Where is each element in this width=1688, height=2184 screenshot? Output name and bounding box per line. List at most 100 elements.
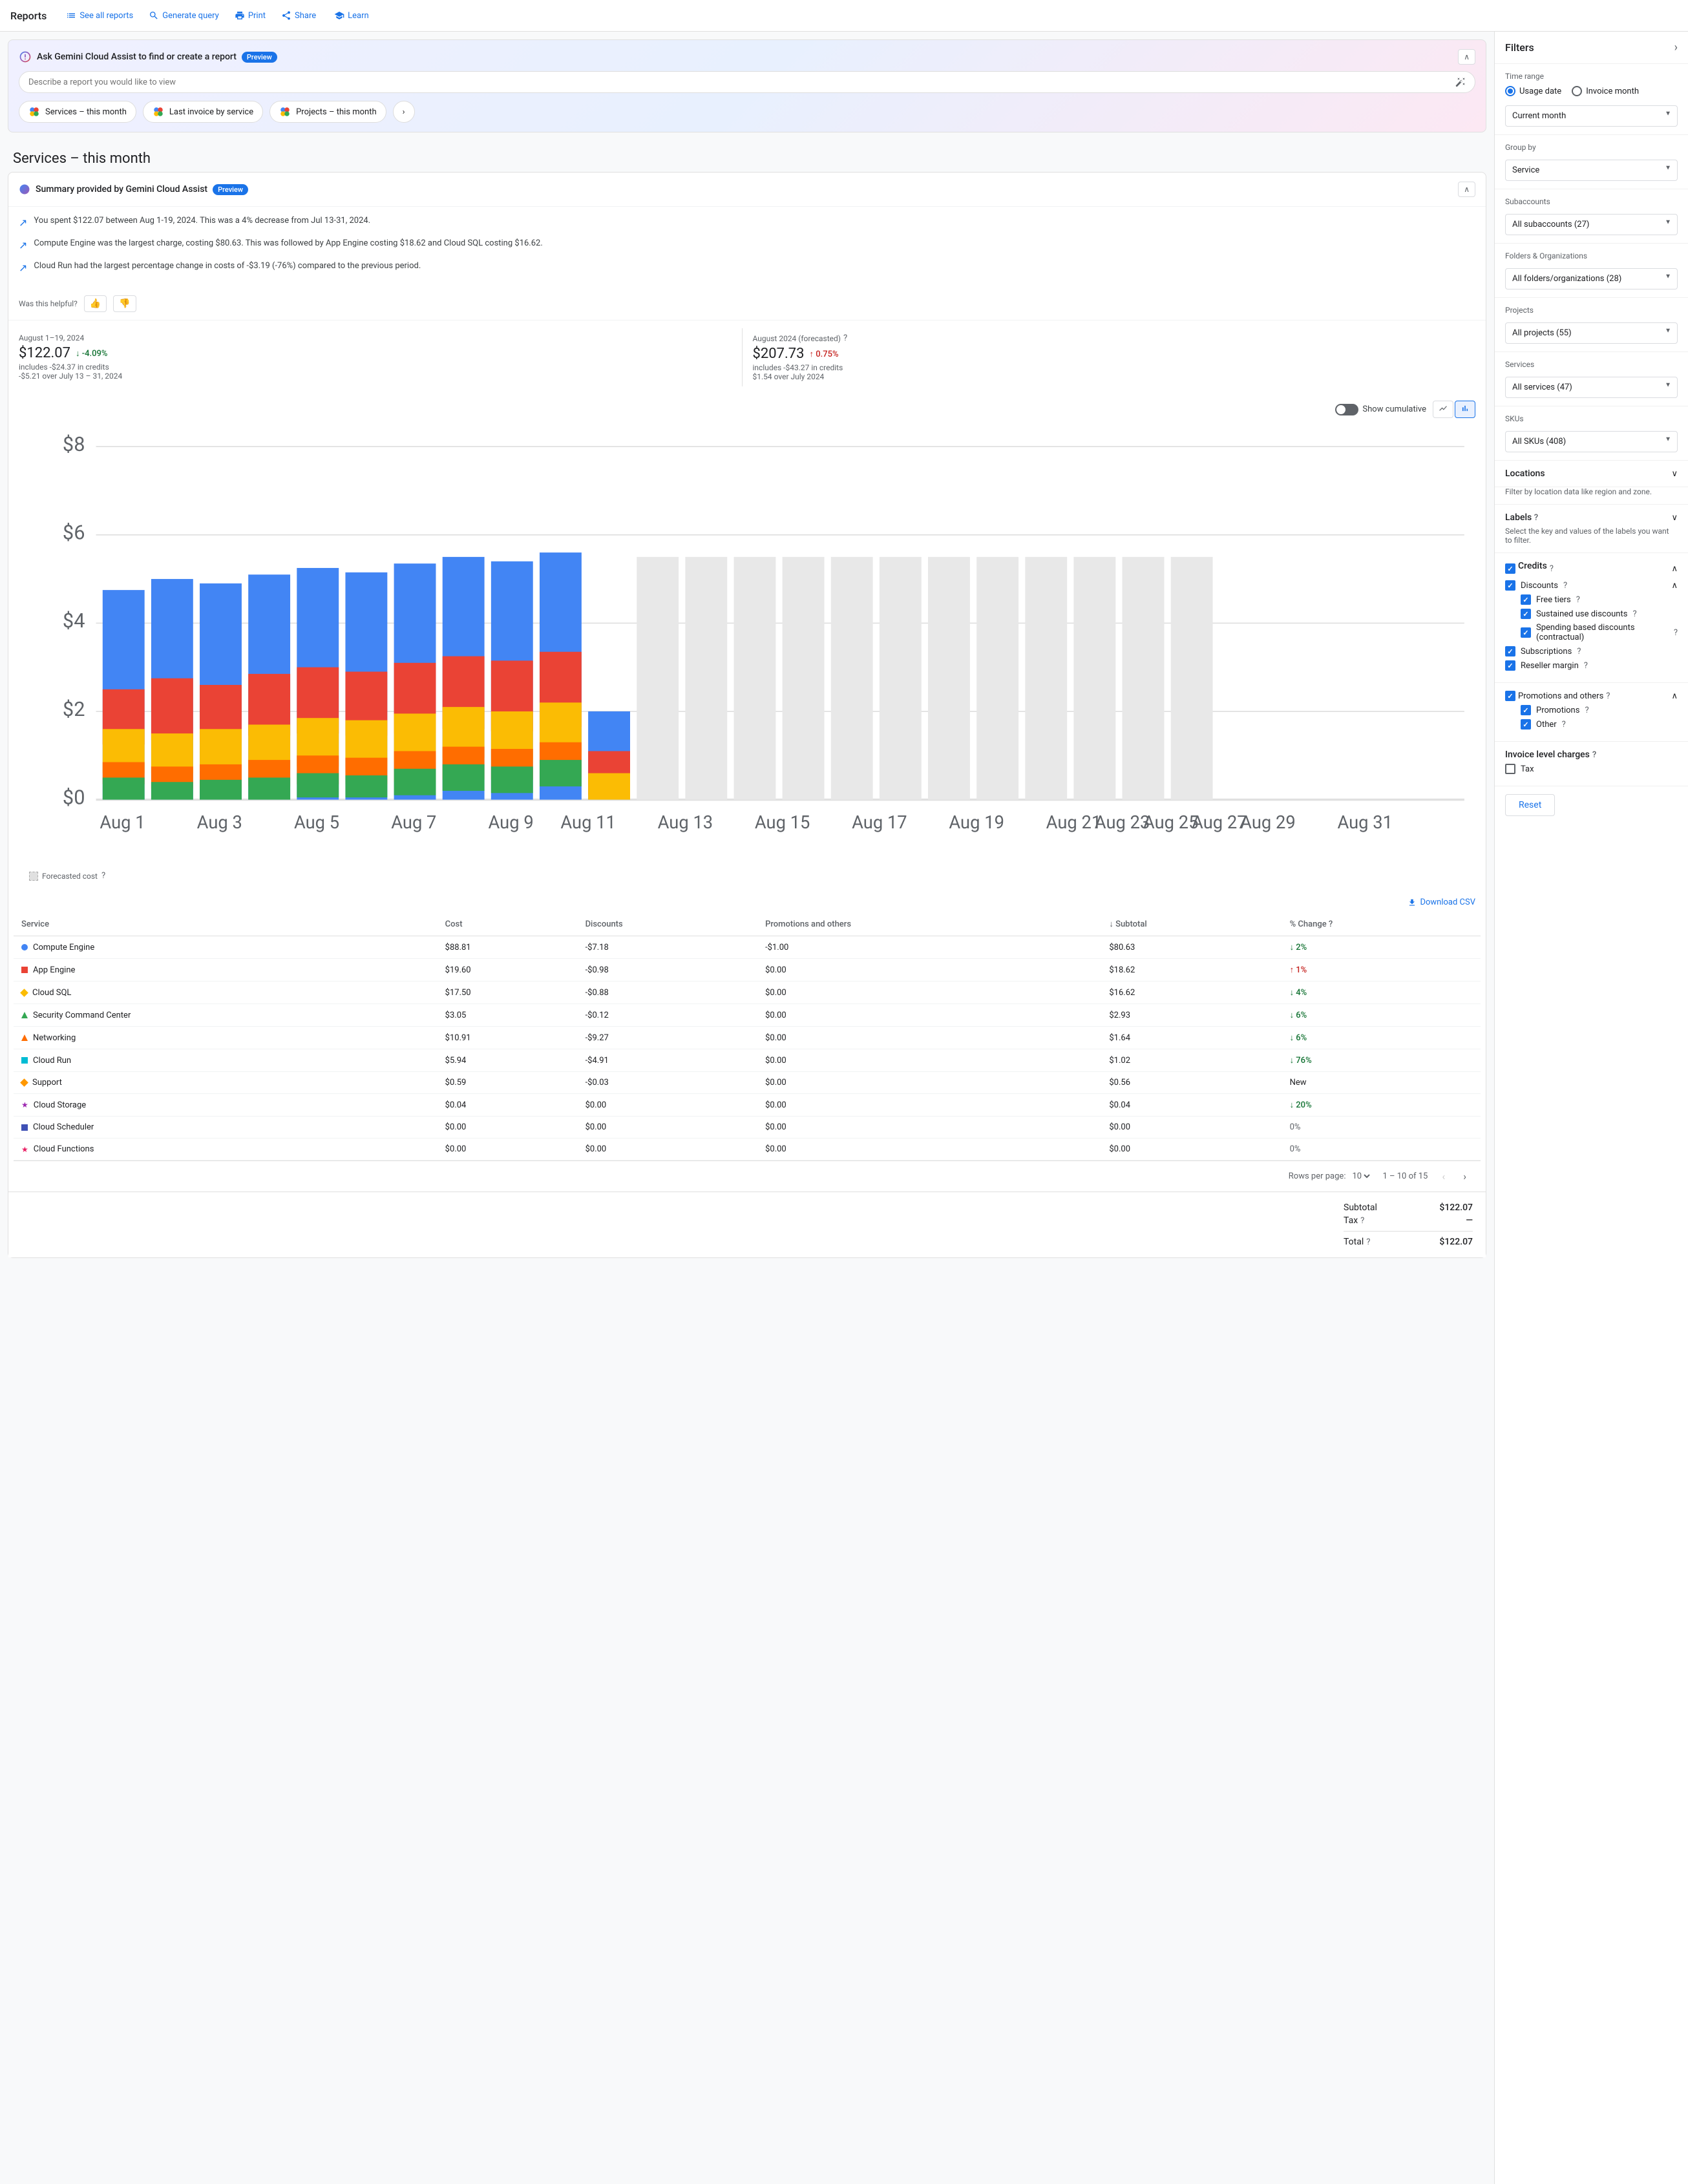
services-filter-label: Services — [1505, 360, 1678, 369]
promotions-checkbox[interactable]: ✓ — [1505, 691, 1515, 701]
promotions-header: ✓ Promotions and others ? ∧ — [1505, 691, 1678, 701]
locations-toggle[interactable]: Locations ∨ — [1495, 461, 1688, 487]
reseller-item[interactable]: ✓ Reseller margin ? — [1505, 660, 1678, 671]
invoice-month-radio — [1572, 86, 1582, 96]
sustained-item[interactable]: ✓ Sustained use discounts ? — [1521, 609, 1678, 619]
print-link[interactable]: Print — [228, 6, 272, 25]
discounts-help-icon[interactable]: ? — [1563, 581, 1567, 591]
quick-report-services[interactable]: Services – this month — [19, 101, 136, 123]
subtotal-cell: $0.00 — [1101, 1117, 1282, 1139]
download-csv-btn[interactable]: Download CSV — [1408, 898, 1475, 907]
rows-per-page-select[interactable]: 10 25 50 — [1349, 1171, 1372, 1182]
discounts-collapse-icon[interactable]: ∧ — [1671, 581, 1678, 591]
folders-select[interactable]: All folders/organizations (28) — [1505, 268, 1678, 289]
forecasted-cost-help[interactable]: ? — [101, 871, 105, 881]
sustained-checkbox[interactable]: ✓ — [1521, 609, 1531, 619]
forecasted-help-icon[interactable]: ? — [843, 333, 847, 343]
thumbs-down-btn[interactable]: 👎 — [113, 295, 136, 312]
service-icon — [20, 1078, 28, 1087]
svg-text:Aug 17: Aug 17 — [852, 812, 907, 833]
promotions-sub-item[interactable]: ✓ Promotions ? — [1521, 705, 1678, 715]
credits-help-icon[interactable]: ? — [1550, 564, 1554, 574]
discounts-item[interactable]: ✓ Discounts ? ∧ — [1505, 580, 1678, 591]
promotions-help-icon[interactable]: ? — [1606, 691, 1610, 701]
generate-query-link[interactable]: Generate query — [142, 6, 226, 25]
spending-help-icon[interactable]: ? — [1674, 628, 1678, 638]
subaccounts-select[interactable]: All subaccounts (27) — [1505, 214, 1678, 235]
tax-help-icon[interactable]: ? — [1360, 1216, 1364, 1226]
group-by-select[interactable]: Service Project SKU — [1505, 160, 1678, 181]
next-page-btn[interactable]: › — [1459, 1169, 1470, 1184]
gemini-banner: Ask Gemini Cloud Assist to find or creat… — [8, 39, 1486, 132]
spending-checkbox[interactable]: ✓ — [1521, 627, 1531, 638]
change-help-icon[interactable]: ? — [1329, 919, 1333, 929]
sidebar-toggle-btn[interactable]: › — [1674, 41, 1678, 54]
promotions-cell: $0.00 — [757, 1004, 1101, 1027]
total-help-icon[interactable]: ? — [1366, 1237, 1370, 1247]
promotions-collapse-icon[interactable]: ∧ — [1671, 691, 1678, 701]
services-select[interactable]: All services (47) — [1505, 377, 1678, 398]
reseller-checkbox[interactable]: ✓ — [1505, 660, 1515, 671]
quick-report-more[interactable]: › — [393, 101, 415, 123]
cumulative-switch[interactable] — [1335, 404, 1358, 415]
usage-date-option[interactable]: Usage date — [1505, 86, 1561, 96]
other-item[interactable]: ✓ Other ? — [1521, 719, 1678, 730]
forecasted-stat: August 2024 (forecasted) ? $207.73 ↑ 0.7… — [742, 328, 1476, 386]
summary-collapse-btn[interactable]: ∧ — [1458, 182, 1475, 197]
free-tiers-checkbox[interactable]: ✓ — [1521, 594, 1531, 605]
reset-button[interactable]: Reset — [1505, 794, 1555, 816]
service-name-cell: Cloud Scheduler — [14, 1117, 438, 1139]
current-month-select[interactable]: Current month Last 30 days Last 3 months… — [1505, 105, 1678, 127]
tax-item[interactable]: Tax — [1505, 764, 1678, 774]
promotions-sub-help-icon[interactable]: ? — [1585, 706, 1588, 715]
line-chart-btn[interactable] — [1433, 401, 1453, 418]
service-icon — [21, 1057, 28, 1064]
learn-link[interactable]: Learn — [328, 6, 375, 25]
svg-text:Aug 15: Aug 15 — [755, 812, 810, 833]
promotions-sub-checkbox[interactable]: ✓ — [1521, 705, 1531, 715]
invoice-month-option[interactable]: Invoice month — [1572, 86, 1639, 96]
svg-text:$8: $8 — [63, 432, 85, 456]
table-header-row: Service Cost Discounts Promotions and ot… — [14, 912, 1481, 936]
gemini-collapse-btn[interactable]: ∧ — [1458, 49, 1475, 65]
sustained-help-icon[interactable]: ? — [1632, 609, 1636, 619]
table-row: Compute Engine $88.81 -$7.18 -$1.00 $80.… — [14, 936, 1481, 959]
service-name-cell: Networking — [14, 1027, 438, 1049]
svg-text:Aug 13: Aug 13 — [658, 812, 713, 833]
discounts-checkbox[interactable]: ✓ — [1505, 580, 1515, 591]
subscriptions-item[interactable]: ✓ Subscriptions ? — [1505, 646, 1678, 656]
other-checkbox[interactable]: ✓ — [1521, 719, 1531, 730]
subtotal-row: Subtotal $122.07 — [1344, 1202, 1473, 1213]
labels-help-icon[interactable]: ? — [1534, 513, 1538, 523]
group-by-wrapper: Service Project SKU — [1505, 154, 1678, 181]
skus-select[interactable]: All SKUs (408) — [1505, 431, 1678, 452]
free-tiers-item[interactable]: ✓ Free tiers ? — [1521, 594, 1678, 605]
bar-chart-btn[interactable] — [1455, 401, 1475, 418]
labels-toggle[interactable]: Labels ? ∨ — [1505, 512, 1678, 523]
thumbs-up-btn[interactable]: 👍 — [84, 295, 107, 312]
reseller-help-icon[interactable]: ? — [1584, 661, 1588, 671]
quick-report-projects[interactable]: Projects – this month — [269, 101, 386, 123]
tax-checkbox[interactable] — [1505, 764, 1515, 774]
other-help-icon[interactable]: ? — [1562, 720, 1566, 730]
line-chart-icon — [1439, 404, 1448, 413]
credits-checkbox[interactable]: ✓ — [1505, 563, 1515, 574]
service-icon — [21, 967, 28, 973]
subscriptions-checkbox[interactable]: ✓ — [1505, 646, 1515, 656]
share-link[interactable]: Share — [275, 6, 322, 25]
see-all-reports-link[interactable]: See all reports — [59, 6, 140, 25]
labels-title: Labels ? — [1505, 512, 1538, 523]
credits-collapse-icon[interactable]: ∧ — [1671, 564, 1678, 574]
invoice-charges-help-icon[interactable]: ? — [1592, 750, 1596, 760]
projects-select[interactable]: All projects (55) — [1505, 322, 1678, 344]
free-tiers-help-icon[interactable]: ? — [1576, 595, 1580, 605]
show-cumulative-toggle[interactable]: Show cumulative — [1335, 404, 1426, 415]
gemini-input[interactable] — [28, 78, 1455, 87]
tax-row: Tax ? — — [1344, 1215, 1473, 1226]
spending-item[interactable]: ✓ Spending based discounts (contractual)… — [1521, 623, 1678, 642]
service-icon — [21, 1012, 28, 1018]
quick-report-invoice[interactable]: Last invoice by service — [143, 101, 263, 123]
total-label: Total ? — [1344, 1237, 1413, 1247]
prev-page-btn[interactable]: ‹ — [1438, 1169, 1449, 1184]
subscriptions-help-icon[interactable]: ? — [1577, 647, 1581, 656]
